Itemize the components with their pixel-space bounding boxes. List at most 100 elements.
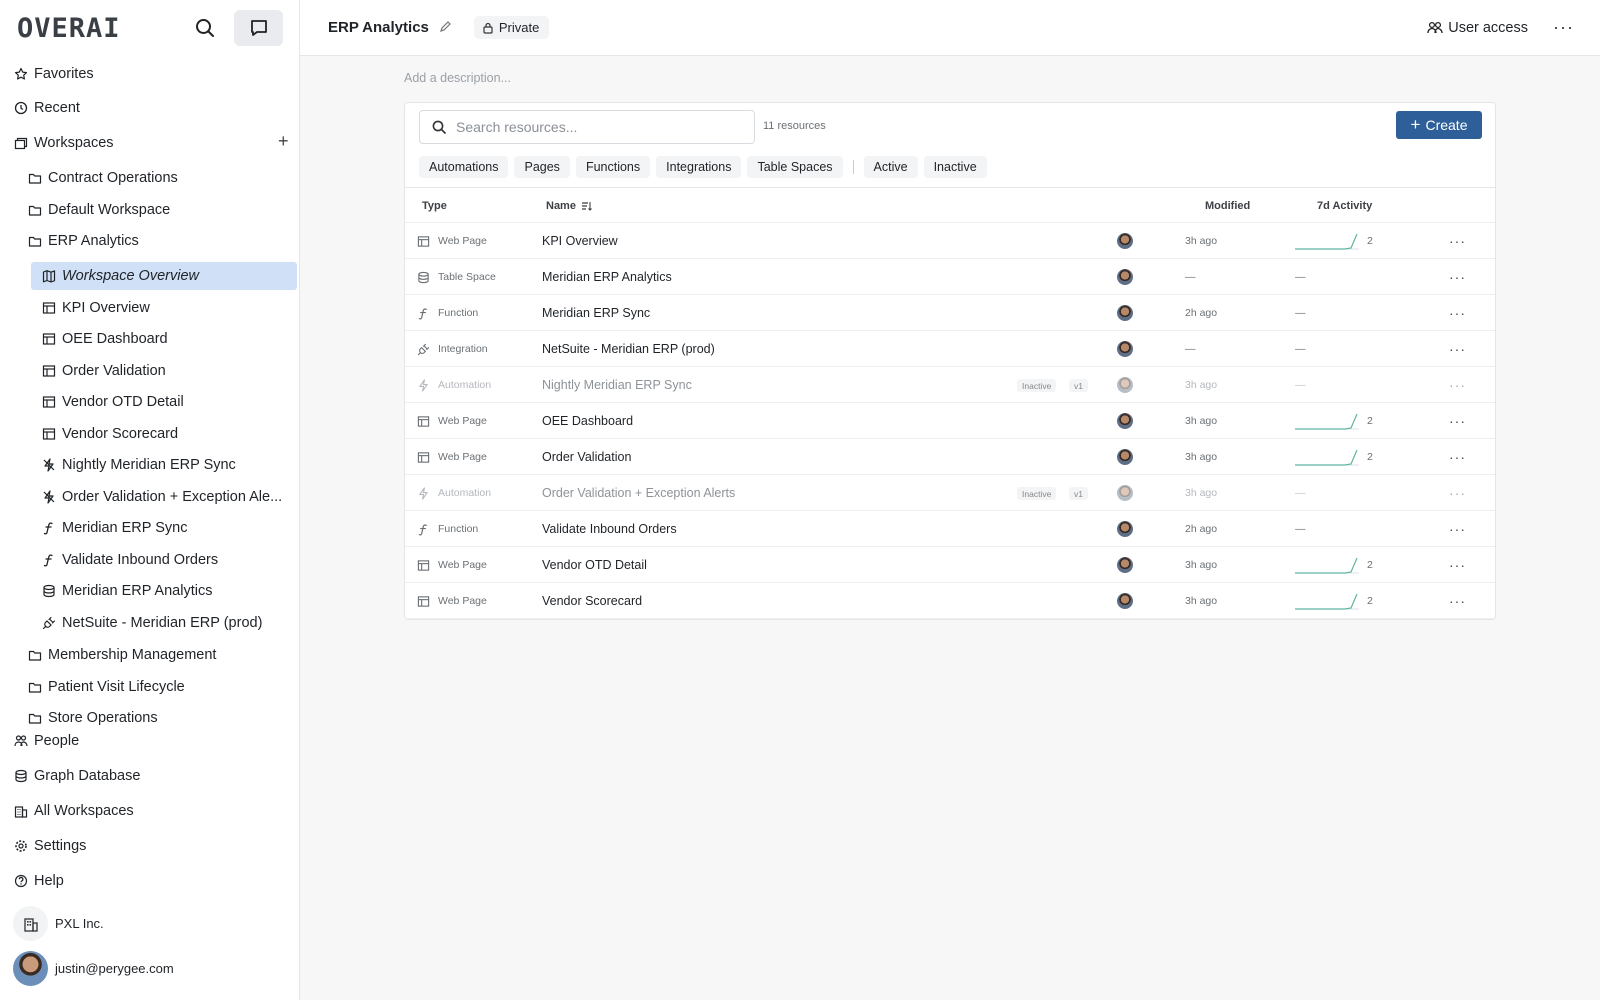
row-name[interactable]: OEE Dashboard [542,403,633,439]
table-row[interactable]: Integration NetSuite - Meridian ERP (prod… [405,331,1495,367]
column-type[interactable]: Type [422,200,447,212]
folder-icon [28,171,42,185]
row-more-button[interactable]: ··· [1449,439,1466,475]
table-row[interactable]: Automation Order Validation + Exception A… [405,475,1495,511]
table-row[interactable]: Web Page Vendor OTD Detail 3h ago 2 ··· [405,547,1495,583]
row-name[interactable]: Validate Inbound Orders [542,511,677,547]
filter-chip-pages[interactable]: Pages [514,156,570,178]
user-access-button[interactable]: User access [1427,20,1528,36]
sidebar-item-erp-analytics[interactable]: ERP Analytics [28,229,139,253]
row-modified: 3h ago [1185,379,1218,391]
row-name[interactable]: Meridian ERP Analytics [542,259,672,295]
table-row[interactable]: Web Page OEE Dashboard 3h ago 2 ··· [405,403,1495,439]
row-more-button[interactable]: ··· [1449,223,1466,259]
table-row[interactable]: Function Validate Inbound Orders 2h ago — ··… [405,511,1495,547]
sidebar-item-vendor-otd-detail[interactable]: Vendor OTD Detail [42,390,184,414]
row-activity: — [1295,487,1306,499]
sidebar-item-default-workspace[interactable]: Default Workspace [28,198,170,222]
avatar [1117,341,1133,357]
row-more-button[interactable]: ··· [1449,295,1466,331]
row-name[interactable]: Order Validation [542,439,631,475]
sidebar-item-label: People [34,733,80,749]
row-name[interactable]: Order Validation + Exception Alerts [542,475,735,511]
activity-sparkline [1295,557,1359,574]
chat-icon [250,20,267,36]
table-row[interactable]: Web Page Vendor Scorecard 3h ago 2 ··· [405,583,1495,619]
more-options-button[interactable]: ··· [1553,17,1574,38]
sidebar-item-membership-management[interactable]: Membership Management [28,643,216,667]
sidebar-item-settings[interactable]: Settings [14,834,86,858]
sidebar-item-label: Meridian ERP Analytics [62,583,213,599]
search-button[interactable] [186,10,224,46]
sidebar-item-kpi-overview[interactable]: KPI Overview [42,296,150,320]
filter-chip-active[interactable]: Active [863,156,918,178]
sidebar-item-contract-operations[interactable]: Contract Operations [28,166,178,190]
table-row[interactable]: Table Space Meridian ERP Analytics — — ··· [405,259,1495,295]
edit-title-button[interactable] [439,20,452,36]
activity-sparkline [1295,413,1359,430]
search-box[interactable] [419,110,755,144]
row-more-button[interactable]: ··· [1449,511,1466,547]
user-menu[interactable]: justin@perygee.com [13,951,174,986]
row-name[interactable]: Vendor OTD Detail [542,547,647,583]
table-row[interactable]: Automation Nightly Meridian ERP Sync Inact… [405,367,1495,403]
sidebar-item-order-validation[interactable]: Order Validation [42,359,166,383]
row-name[interactable]: Vendor Scorecard [542,583,642,619]
column-activity[interactable]: 7d Activity [1317,200,1372,212]
column-name[interactable]: Name [546,200,592,212]
pencil-icon [439,20,451,32]
sidebar-item-recent[interactable]: Recent [14,96,80,120]
create-button[interactable]: + Create [1396,111,1482,139]
filter-chip-inactive[interactable]: Inactive [923,156,987,178]
search-input[interactable] [456,119,736,135]
app-logo: OVERAI [17,12,121,44]
sidebar-item-workspaces[interactable]: Workspaces [14,131,114,155]
column-modified[interactable]: Modified [1205,200,1250,212]
sidebar-item-meridian-erp-analytics[interactable]: Meridian ERP Analytics [42,579,212,603]
filter-chip-functions[interactable]: Functions [575,156,651,178]
sidebar-item-patient-visit-lifecycle[interactable]: Patient Visit Lifecycle [28,675,185,699]
sidebar-item-favorites[interactable]: Favorites [14,62,94,86]
description-field[interactable]: Add a description... [404,71,511,85]
sidebar-item-people[interactable]: People [14,729,79,753]
row-more-button[interactable]: ··· [1449,259,1466,295]
sidebar-item-label: Patient Visit Lifecycle [48,678,185,695]
row-modified: 3h ago [1185,235,1218,247]
row-more-button[interactable]: ··· [1449,475,1466,511]
page-title[interactable]: ERP Analytics [328,19,429,36]
row-name[interactable]: KPI Overview [542,223,618,259]
filter-chip-integrations[interactable]: Integrations [656,156,742,178]
row-name[interactable]: NetSuite - Meridian ERP (prod) [542,331,715,367]
visibility-badge[interactable]: Private [473,16,550,39]
status-badge: Inactive [1017,487,1057,500]
chat-button[interactable] [234,10,283,46]
row-more-button[interactable]: ··· [1449,583,1466,619]
avatar [1117,521,1133,537]
sidebar-item-oee-dashboard[interactable]: OEE Dashboard [42,327,168,351]
sidebar-item-all-workspaces[interactable]: All Workspaces [14,799,134,823]
row-more-button[interactable]: ··· [1449,547,1466,583]
sidebar-item-meridian-erp-sync[interactable]: Meridian ERP Sync [42,516,187,540]
org-switcher[interactable]: PXL Inc. [13,906,104,941]
row-name[interactable]: Nightly Meridian ERP Sync [542,367,692,403]
filter-chip-table-spaces[interactable]: Table Spaces [747,156,843,178]
sidebar-item-label: Default Workspace [48,201,171,218]
filter-chips: Automations Pages Functions Integrations Tab… [419,156,993,178]
row-more-button[interactable]: ··· [1449,403,1466,439]
table-row[interactable]: Function Meridian ERP Sync 2h ago — ··· [405,295,1495,331]
sidebar-item-order-validation-exception-ale[interactable]: Order Validation + Exception Ale... [42,485,282,509]
sidebar-item-nightly-meridian-erp-sync[interactable]: Nightly Meridian ERP Sync [42,453,236,477]
sidebar-item-vendor-scorecard[interactable]: Vendor Scorecard [42,422,178,446]
sidebar-item-workspace-overview[interactable]: Workspace Overview [42,264,199,288]
filter-chip-automations[interactable]: Automations [419,156,509,178]
sidebar-item-validate-inbound-orders[interactable]: Validate Inbound Orders [42,548,218,572]
table-row[interactable]: Web Page Order Validation 3h ago 2 ··· [405,439,1495,475]
row-name[interactable]: Meridian ERP Sync [542,295,650,331]
row-more-button[interactable]: ··· [1449,367,1466,403]
row-more-button[interactable]: ··· [1449,331,1466,367]
sidebar-item-store-operations[interactable]: Store Operations [28,706,158,730]
table-row[interactable]: Web Page KPI Overview 3h ago 2 ··· [405,223,1495,259]
sidebar-item-netsuite-meridian-erp-prod[interactable]: NetSuite - Meridian ERP (prod) [42,611,262,635]
add-workspace-button[interactable]: + [278,131,289,152]
sidebar-item-graph-database[interactable]: Graph Database [14,764,140,788]
